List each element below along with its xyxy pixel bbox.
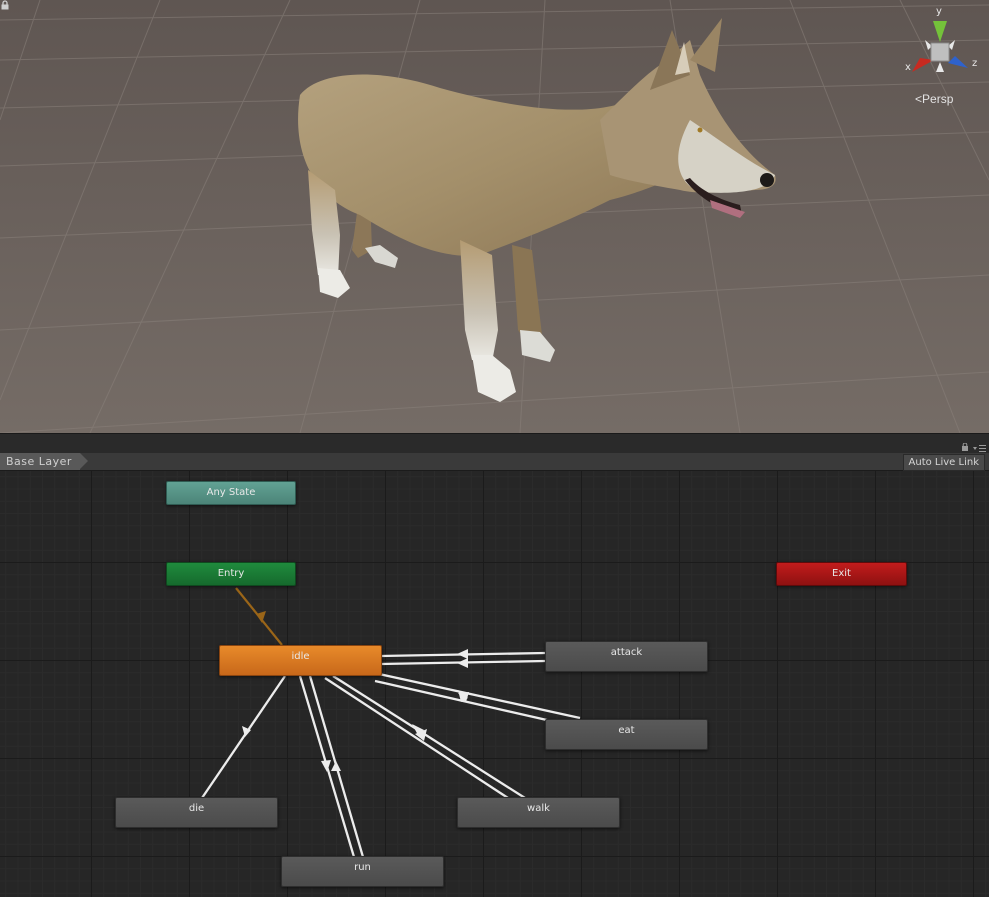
axis-label-y: y [936, 6, 942, 17]
scene-view[interactable]: y x z <Persp [0, 0, 989, 433]
state-die[interactable]: die [115, 797, 278, 828]
panel-menu-icon[interactable] [959, 443, 987, 453]
lock-icon[interactable] [0, 0, 10, 10]
state-entry[interactable]: Entry [166, 562, 296, 586]
state-eat[interactable]: eat [545, 719, 708, 750]
breadcrumb-layer[interactable]: Base Layer [0, 453, 88, 470]
projection-toggle[interactable]: <Persp [915, 92, 953, 106]
animator-toolbar: Base Layer Auto Live Link [0, 453, 989, 471]
state-attack[interactable]: attack [545, 641, 708, 672]
scene-canvas [0, 0, 989, 433]
animator-graph[interactable]: Any State Entry Exit idle attack eat die… [0, 471, 989, 897]
projection-label: Persp [922, 92, 954, 106]
transition-idle-die [201, 675, 286, 799]
state-run[interactable]: run [281, 856, 444, 887]
state-exit[interactable]: Exit [776, 562, 907, 586]
state-walk[interactable]: walk [457, 797, 620, 828]
transition-eat-idle [374, 679, 561, 725]
auto-live-link-button[interactable]: Auto Live Link [902, 454, 985, 471]
state-any-state[interactable]: Any State [166, 481, 296, 505]
axis-label-x: x [905, 62, 911, 73]
transition-lines [201, 587, 581, 858]
panel-divider[interactable] [0, 433, 989, 454]
transition-idle-eat [378, 672, 581, 720]
state-idle[interactable]: idle [219, 645, 382, 676]
back-chevron-icon: < [915, 92, 923, 106]
axis-label-z: z [972, 58, 978, 69]
